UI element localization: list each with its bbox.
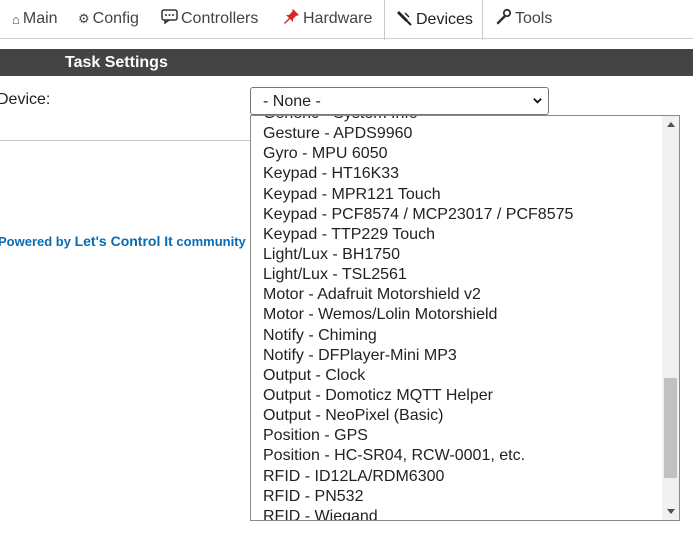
dropdown-option[interactable]: Keypad - MPR121 Touch: [251, 185, 661, 205]
tab-controllers-label: Controllers: [181, 10, 259, 27]
chevron-down-icon: [533, 98, 542, 104]
dropdown-option[interactable]: RFID - ID12LA/RDM6300: [251, 467, 661, 487]
task-settings-header: Task Settings: [0, 49, 693, 76]
dropdown-option[interactable]: Keypad - HT16K33: [251, 164, 661, 184]
scrollbar-thumb[interactable]: [664, 378, 677, 478]
dropdown-option[interactable]: RFID - PN532: [251, 487, 661, 507]
dropdown-option[interactable]: Generic - System Info: [251, 116, 661, 124]
tab-devices-label: Devices: [416, 11, 473, 28]
pushpin-icon: [283, 8, 300, 30]
divider: [0, 140, 250, 141]
scroll-up-arrow-icon[interactable]: [667, 122, 675, 127]
dropdown-option[interactable]: Gyro - MPU 6050: [251, 144, 661, 164]
top-menu: ⌂ Main ⚙ Config Controllers Hardware Dev…: [0, 0, 693, 40]
tab-main[interactable]: ⌂ Main: [12, 0, 58, 38]
tab-hardware-label: Hardware: [303, 10, 373, 27]
menu-divider: [0, 38, 693, 39]
home-icon: ⌂: [12, 11, 20, 27]
dropdown-option[interactable]: Light/Lux - BH1750: [251, 245, 661, 265]
tab-tools[interactable]: Tools: [495, 0, 552, 38]
footer-suffix: community: [172, 234, 246, 249]
tab-hardware[interactable]: Hardware: [283, 0, 372, 38]
dropdown-option[interactable]: RFID - Wiegand: [251, 507, 661, 520]
dropdown-option[interactable]: Keypad - TTP229 Touch: [251, 225, 661, 245]
dropdown-option[interactable]: Notify - Chiming: [251, 326, 661, 346]
dropdown-option[interactable]: Output - Clock: [251, 366, 661, 386]
dropdown-option[interactable]: Position - HC-SR04, RCW-0001, etc.: [251, 446, 661, 466]
dropdown-scrollbar[interactable]: [662, 116, 679, 520]
chat-icon: [161, 9, 178, 29]
tab-controllers[interactable]: Controllers: [161, 0, 258, 38]
task-settings-title: Task Settings: [65, 54, 168, 71]
tab-devices[interactable]: Devices: [384, 0, 483, 40]
gear-icon: ⚙: [78, 11, 90, 26]
page: ⌂ Main ⚙ Config Controllers Hardware Dev…: [0, 0, 693, 533]
dropdown-option[interactable]: Output - NeoPixel (Basic): [251, 406, 661, 426]
tab-config[interactable]: ⚙ Config: [78, 0, 139, 38]
wrench-icon: [495, 8, 512, 30]
dropdown-option[interactable]: Keypad - PCF8574 / MCP23017 / PCF8575: [251, 205, 661, 225]
dropdown-option[interactable]: Output - Domoticz MQTT Helper: [251, 386, 661, 406]
tab-tools-label: Tools: [515, 10, 553, 27]
device-label: Device:: [0, 91, 51, 108]
scroll-down-arrow-icon[interactable]: [667, 509, 675, 514]
dropdown-options: Generic - System InfoGesture - APDS9960G…: [251, 116, 661, 520]
footer-prefix: Powered by: [0, 234, 75, 249]
dropdown-option[interactable]: Light/Lux - TSL2561: [251, 265, 661, 285]
device-select-value: - None -: [263, 93, 321, 110]
footer: Powered by Let's Control It community: [0, 233, 246, 249]
dropdown-option[interactable]: Motor - Adafruit Motorshield v2: [251, 285, 661, 305]
dropdown-option[interactable]: Position - GPS: [251, 426, 661, 446]
footer-link[interactable]: Let's Control It: [75, 233, 173, 249]
plug-icon: [396, 9, 413, 31]
dropdown-option[interactable]: Motor - Wemos/Lolin Motorshield: [251, 305, 661, 325]
tab-config-label: Config: [92, 10, 139, 27]
device-select[interactable]: - None -: [250, 87, 549, 115]
device-dropdown-list[interactable]: Generic - System InfoGesture - APDS9960G…: [250, 115, 680, 521]
dropdown-option[interactable]: Notify - DFPlayer-Mini MP3: [251, 346, 661, 366]
dropdown-option[interactable]: Gesture - APDS9960: [251, 124, 661, 144]
tab-main-label: Main: [22, 10, 58, 27]
